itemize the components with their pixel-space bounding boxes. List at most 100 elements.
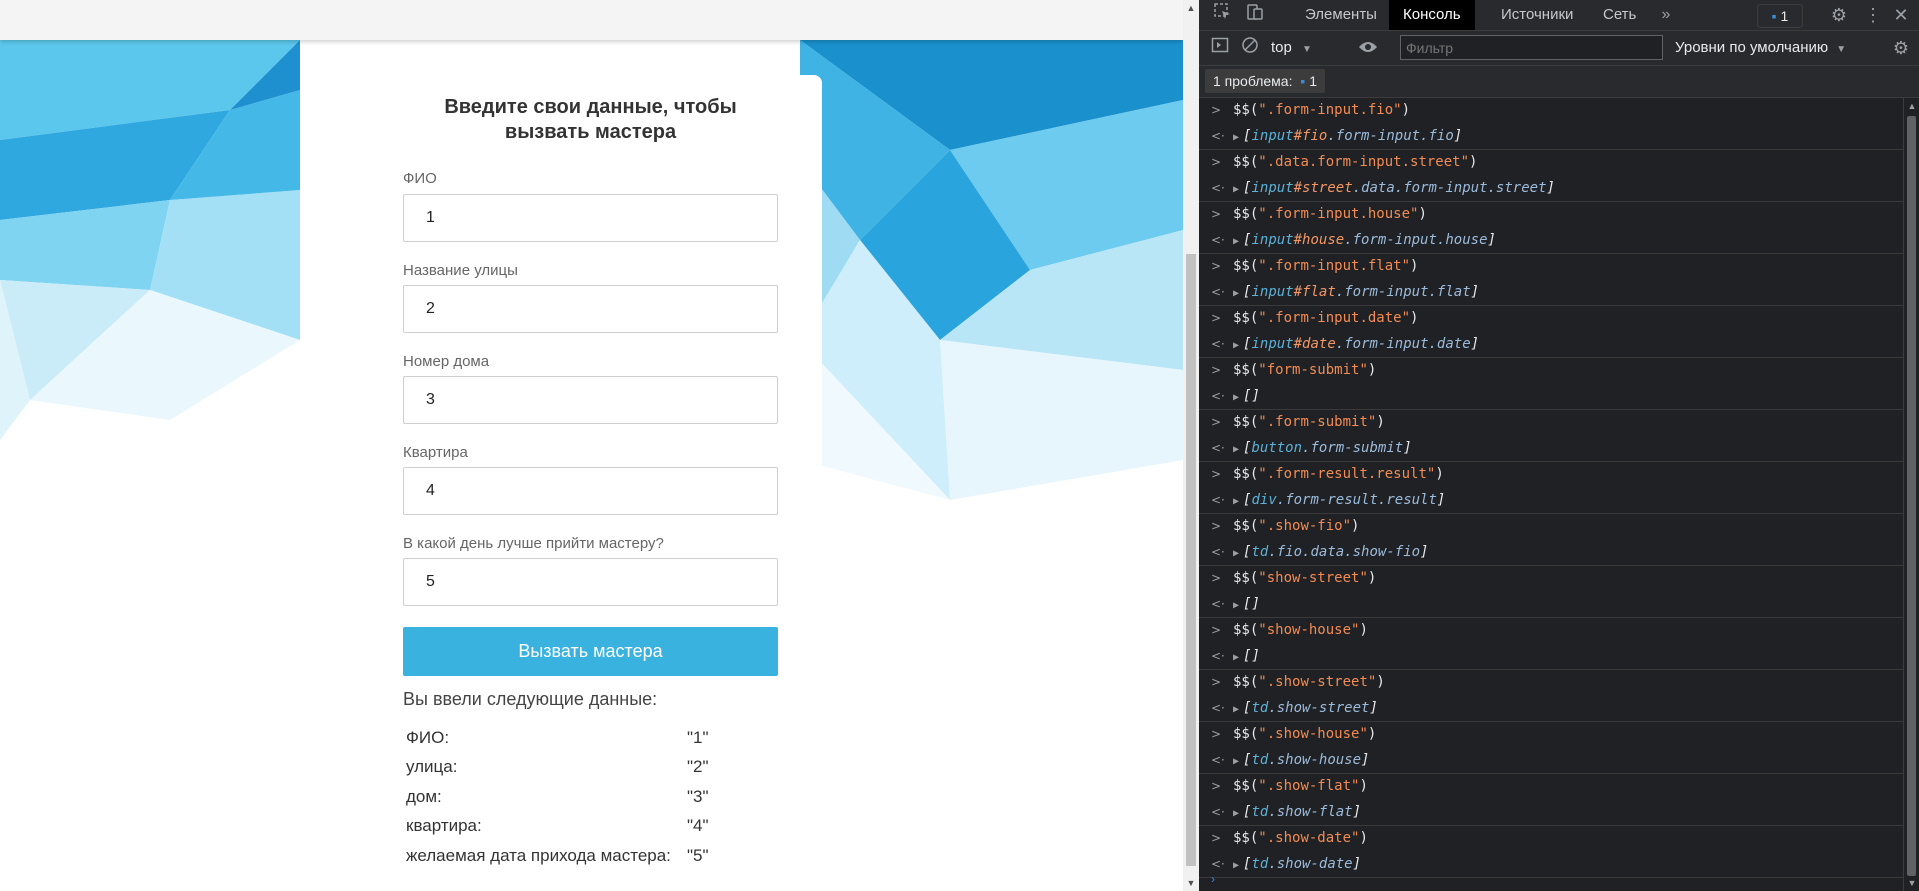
console-input-line[interactable]: > $$(".data.form-input.street") <box>1199 150 1903 176</box>
web-page: Введите свои данные, чтобы вызвать масте… <box>0 0 1183 891</box>
expand-triangle-icon[interactable]: ▶ <box>1233 808 1239 819</box>
console-settings-gear-icon[interactable]: ⚙ <box>1889 33 1913 63</box>
problems-button[interactable]: 1 проблема: ▪ 1 <box>1205 69 1326 93</box>
fio-input[interactable] <box>403 194 778 242</box>
result-class: .form-input.house <box>1344 231 1488 248</box>
live-expression-eye-icon[interactable] <box>1355 33 1381 63</box>
scroll-up-arrow-icon[interactable]: ▲ <box>1183 0 1199 16</box>
console-result-line[interactable]: <· ▶[] <box>1199 644 1903 670</box>
tab-network[interactable]: Сеть <box>1589 0 1650 30</box>
closing-paren: ) <box>1410 258 1419 274</box>
console-input-line[interactable]: > $$("form-submit") <box>1199 358 1903 384</box>
console-input-line[interactable]: > $$("show-street") <box>1199 566 1903 592</box>
clear-console-icon[interactable] <box>1239 33 1261 63</box>
more-options-icon[interactable]: ⋮ <box>1863 0 1883 30</box>
console-input-line[interactable]: > $$(".form-input.fio") <box>1199 98 1903 124</box>
call-master-button[interactable]: Вызвать мастера <box>403 627 778 676</box>
console-filter-input[interactable] <box>1400 35 1663 60</box>
house-input[interactable] <box>403 376 778 424</box>
console-input-line[interactable]: > $$(".show-house") <box>1199 722 1903 748</box>
expand-triangle-icon[interactable]: ▶ <box>1233 496 1239 507</box>
result-id: #street <box>1293 179 1353 196</box>
console-result-line[interactable]: <· ▶[] <box>1199 592 1903 618</box>
flat-input[interactable] <box>403 467 778 515</box>
page-scrollbar[interactable]: ▲ ▼ <box>1183 0 1199 891</box>
expand-triangle-icon[interactable]: ▶ <box>1233 184 1239 195</box>
expand-triangle-icon[interactable]: ▶ <box>1233 444 1239 455</box>
console-input-line[interactable]: > $$(".form-input.flat") <box>1199 254 1903 280</box>
inspect-element-icon[interactable] <box>1211 0 1235 30</box>
console-entry: > $$(".show-fio") <· ▶ [td.fio.data.show-… <box>1199 514 1903 566</box>
console-result-line[interactable]: <· ▶ [td.show-house] <box>1199 748 1903 774</box>
return-arrow-icon: <· <box>1211 596 1225 611</box>
expand-triangle-icon[interactable]: ▶ <box>1233 860 1239 871</box>
scroll-down-arrow-icon[interactable]: ▼ <box>1183 875 1199 891</box>
context-value: top <box>1271 39 1292 56</box>
dollar-dollar-function: $$( <box>1233 830 1259 846</box>
console-input-line[interactable]: > $$(".form-result.result") <box>1199 462 1903 488</box>
context-selector[interactable]: top ▼ <box>1271 31 1312 65</box>
console-input-line[interactable]: > $$(".form-submit") <box>1199 410 1903 436</box>
console-scrollbar-thumb[interactable] <box>1907 116 1916 876</box>
console-input-line[interactable]: > $$(".form-input.date") <box>1199 306 1903 332</box>
issues-badge[interactable]: ▪ 1 <box>1757 4 1803 28</box>
log-levels-dropdown[interactable]: Уровни по умолчанию ▼ <box>1675 31 1846 65</box>
query-string: ".form-result.result" <box>1258 466 1436 482</box>
result-row-house: дом: "3" <box>403 782 713 812</box>
expand-triangle-icon[interactable]: ▶ <box>1233 548 1239 559</box>
tab-console[interactable]: Консоль <box>1389 0 1475 30</box>
console-result-line[interactable]: <· ▶ [input#date.form-input.date] <box>1199 332 1903 358</box>
device-toolbar-icon[interactable] <box>1243 0 1267 30</box>
tab-sources[interactable]: Источники <box>1487 0 1587 30</box>
close-devtools-icon[interactable]: ✕ <box>1889 0 1913 30</box>
expand-triangle-icon[interactable]: ▶ <box>1233 132 1239 143</box>
expand-triangle-icon[interactable]: ▶ <box>1233 704 1239 715</box>
tab-elements[interactable]: Элементы <box>1291 0 1391 30</box>
date-label: В какой день лучше прийти мастеру? <box>403 535 664 552</box>
console-input-line[interactable]: > $$(".show-fio") <box>1199 514 1903 540</box>
console-result-line[interactable]: <· ▶ [input#fio.form-input.fio] <box>1199 124 1903 150</box>
console-result-line[interactable]: <· ▶ [div.form-result.result] <box>1199 488 1903 514</box>
closing-paren: ) <box>1367 726 1377 742</box>
scroll-up-arrow-icon[interactable]: ▲ <box>1904 98 1919 114</box>
message-icon: ▪ <box>1300 73 1306 89</box>
settings-gear-icon[interactable]: ⚙ <box>1827 0 1851 30</box>
expand-triangle-icon[interactable]: ▶ <box>1233 392 1239 403</box>
console-input-line[interactable]: > $$(".show-date") <box>1199 826 1903 852</box>
console-result-line[interactable]: <· ▶ [td.show-street] <box>1199 696 1903 722</box>
console-result-line[interactable]: <· ▶ [button.form-submit] <box>1199 436 1903 462</box>
scroll-down-arrow-icon[interactable]: ▼ <box>1904 875 1919 891</box>
expand-triangle-icon[interactable]: ▶ <box>1233 756 1239 767</box>
console-result-line[interactable]: <· ▶[] <box>1199 384 1903 410</box>
expand-triangle-icon[interactable]: ▶ <box>1233 340 1239 351</box>
console-result-line[interactable]: <· ▶ [td.fio.data.show-fio] <box>1199 540 1903 566</box>
expand-triangle-icon[interactable]: ▶ <box>1233 288 1239 299</box>
console-entry: > $$(".form-input.house") <· ▶ [input#hou… <box>1199 202 1903 254</box>
query-string: "show-house" <box>1258 622 1360 638</box>
expand-triangle-icon[interactable]: ▶ <box>1233 600 1239 611</box>
more-tabs-icon[interactable]: » <box>1654 0 1678 30</box>
result-key: дом: <box>406 786 442 806</box>
page-scrollbar-thumb[interactable] <box>1186 254 1196 866</box>
dollar-dollar-function: $$( <box>1233 206 1259 222</box>
result-id: #house <box>1293 231 1345 248</box>
console-scrollbar[interactable]: ▲ ▼ <box>1903 98 1919 891</box>
form-title-line-2: вызвать мастера <box>504 121 677 143</box>
return-arrow-icon: <· <box>1211 388 1225 403</box>
console-result-line[interactable]: <· ▶ [input#street.data.form-input.street… <box>1199 176 1903 202</box>
console-input-line[interactable]: > $$("show-house") <box>1199 618 1903 644</box>
console-input-line[interactable]: > $$(".form-input.house") <box>1199 202 1903 228</box>
result-bracket-close: ] <box>1546 179 1555 196</box>
street-input[interactable] <box>403 285 778 333</box>
console-prompt[interactable]: › <box>1199 872 1903 891</box>
expand-triangle-icon[interactable]: ▶ <box>1233 236 1239 247</box>
sidebar-toggle-icon[interactable] <box>1209 33 1231 63</box>
console-result-line[interactable]: <· ▶ [input#flat.form-input.flat] <box>1199 280 1903 306</box>
date-input[interactable] <box>403 558 778 606</box>
console-result-line[interactable]: <· ▶ [input#house.form-input.house] <box>1199 228 1903 254</box>
console-result-line[interactable]: <· ▶ [td.show-flat] <box>1199 800 1903 826</box>
dollar-dollar-function: $$( <box>1233 102 1259 118</box>
expand-triangle-icon[interactable]: ▶ <box>1233 652 1239 663</box>
console-input-line[interactable]: > $$(".show-flat") <box>1199 774 1903 800</box>
console-input-line[interactable]: > $$(".show-street") <box>1199 670 1903 696</box>
